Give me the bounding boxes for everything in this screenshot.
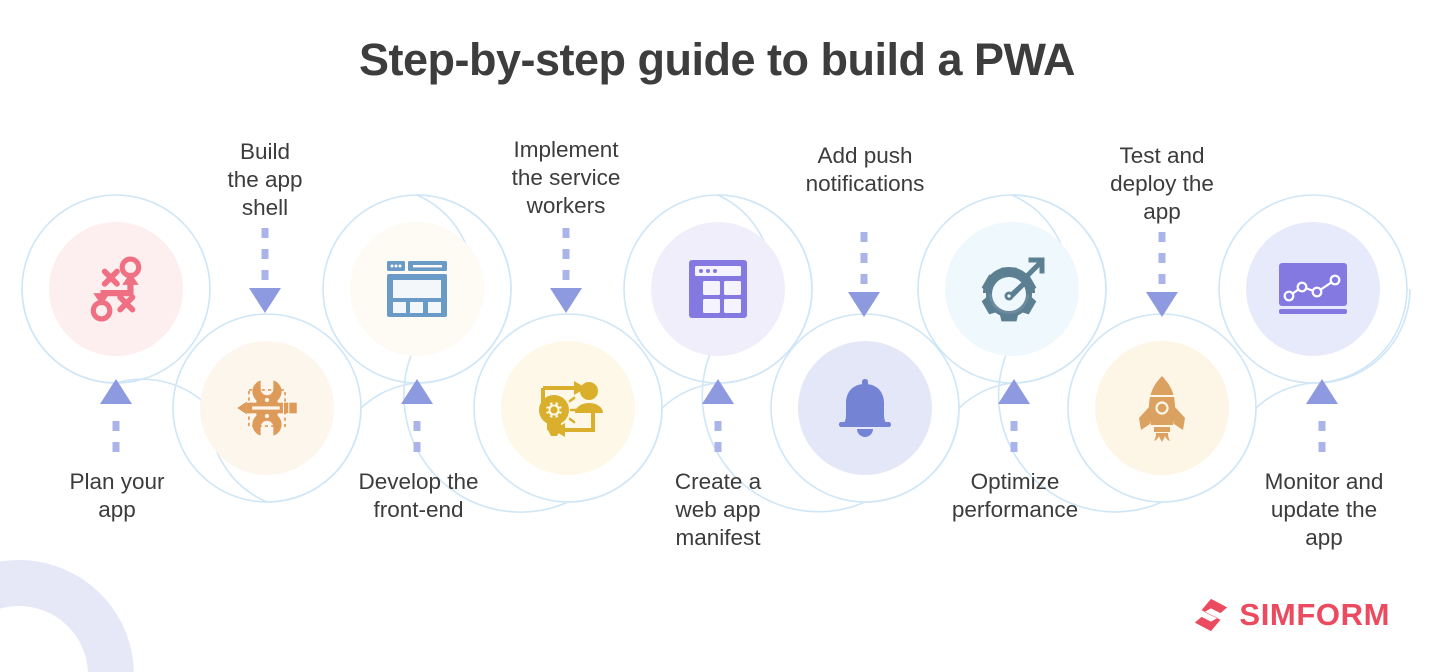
arrow-4-down	[550, 228, 582, 313]
arrow-8-down	[1146, 232, 1178, 317]
caption-line: update the	[1270, 497, 1378, 522]
caption-line: Develop the	[358, 469, 479, 494]
caption-line: Implement	[513, 137, 619, 162]
step-caption-3: Build the app shell	[196, 138, 334, 222]
arrow-1-up	[100, 379, 132, 452]
step-caption-1: Plan your app	[26, 468, 208, 524]
manifest-bulb-icon	[539, 381, 603, 437]
speedometer-gear-icon	[981, 257, 1045, 322]
arrow-3-up	[401, 379, 433, 452]
caption-line: Plan your	[69, 469, 165, 494]
infographic-canvas: Step-by-step guide to build a PWA Plan y…	[0, 0, 1434, 672]
caption-line: Monitor and	[1264, 469, 1384, 494]
caption-line: Test and	[1119, 143, 1205, 168]
caption-line: workers	[526, 193, 606, 218]
caption-line: web app	[675, 497, 761, 522]
decorative-corner-ring	[0, 560, 134, 672]
arrow-2-down	[249, 228, 281, 313]
simform-diamond-logo	[1195, 598, 1228, 632]
step-caption-2: Develop the front-end	[326, 468, 511, 524]
caption-line: Create a	[674, 469, 762, 494]
step-node-1[interactable]	[49, 222, 183, 356]
step-caption-5: Implement the service workers	[490, 136, 642, 220]
caption-line: notifications	[805, 171, 925, 196]
page-title: Step-by-step guide to build a PWA	[358, 34, 1076, 85]
step-node-5[interactable]	[651, 222, 785, 356]
bell-icon	[839, 379, 891, 437]
step-node-7[interactable]	[945, 222, 1079, 356]
step-caption-6: Add push notifications	[789, 142, 941, 198]
strategy-icon	[90, 256, 142, 322]
caption-line: app	[1305, 525, 1343, 550]
step-node-4[interactable]	[501, 341, 635, 475]
brand-logo[interactable]: SIMFORM	[1192, 596, 1390, 634]
caption-line: Optimize	[970, 469, 1060, 494]
caption-line: Add push	[817, 143, 913, 168]
caption-line: app	[98, 497, 136, 522]
step-caption-9: Monitor and update the app	[1238, 468, 1410, 552]
step-node-8[interactable]	[1095, 341, 1229, 475]
brand-name: SIMFORM	[1239, 597, 1390, 632]
caption-line: manifest	[675, 525, 761, 550]
caption-line: app	[1143, 199, 1181, 224]
caption-line: front-end	[373, 497, 464, 522]
caption-line: performance	[951, 497, 1079, 522]
step-caption-7: Optimize performance	[930, 468, 1100, 524]
arrow-7-up	[998, 379, 1030, 452]
arrow-5-up	[702, 379, 734, 452]
app-shell-icon	[387, 261, 447, 317]
caption-line: the app	[227, 167, 303, 192]
analytics-monitor-icon	[1279, 263, 1347, 314]
rocket-icon	[1139, 376, 1185, 442]
step-node-2[interactable]	[200, 341, 334, 475]
wrench-pencil-icon	[237, 380, 297, 436]
arrow-6-down	[848, 232, 880, 317]
step-caption-8: Test and deploy the app	[1088, 142, 1236, 226]
step-caption-4: Create a web app manifest	[648, 468, 788, 552]
caption-line: shell	[241, 195, 289, 220]
caption-line: Build	[239, 139, 291, 164]
step-node-9[interactable]	[1246, 222, 1380, 356]
step-node-3[interactable]	[350, 222, 484, 356]
service-worker-icon	[689, 260, 747, 318]
caption-line: the service	[511, 165, 621, 190]
caption-line: deploy the	[1110, 171, 1214, 196]
arrow-9-up	[1306, 379, 1338, 452]
step-node-6[interactable]	[798, 341, 932, 475]
